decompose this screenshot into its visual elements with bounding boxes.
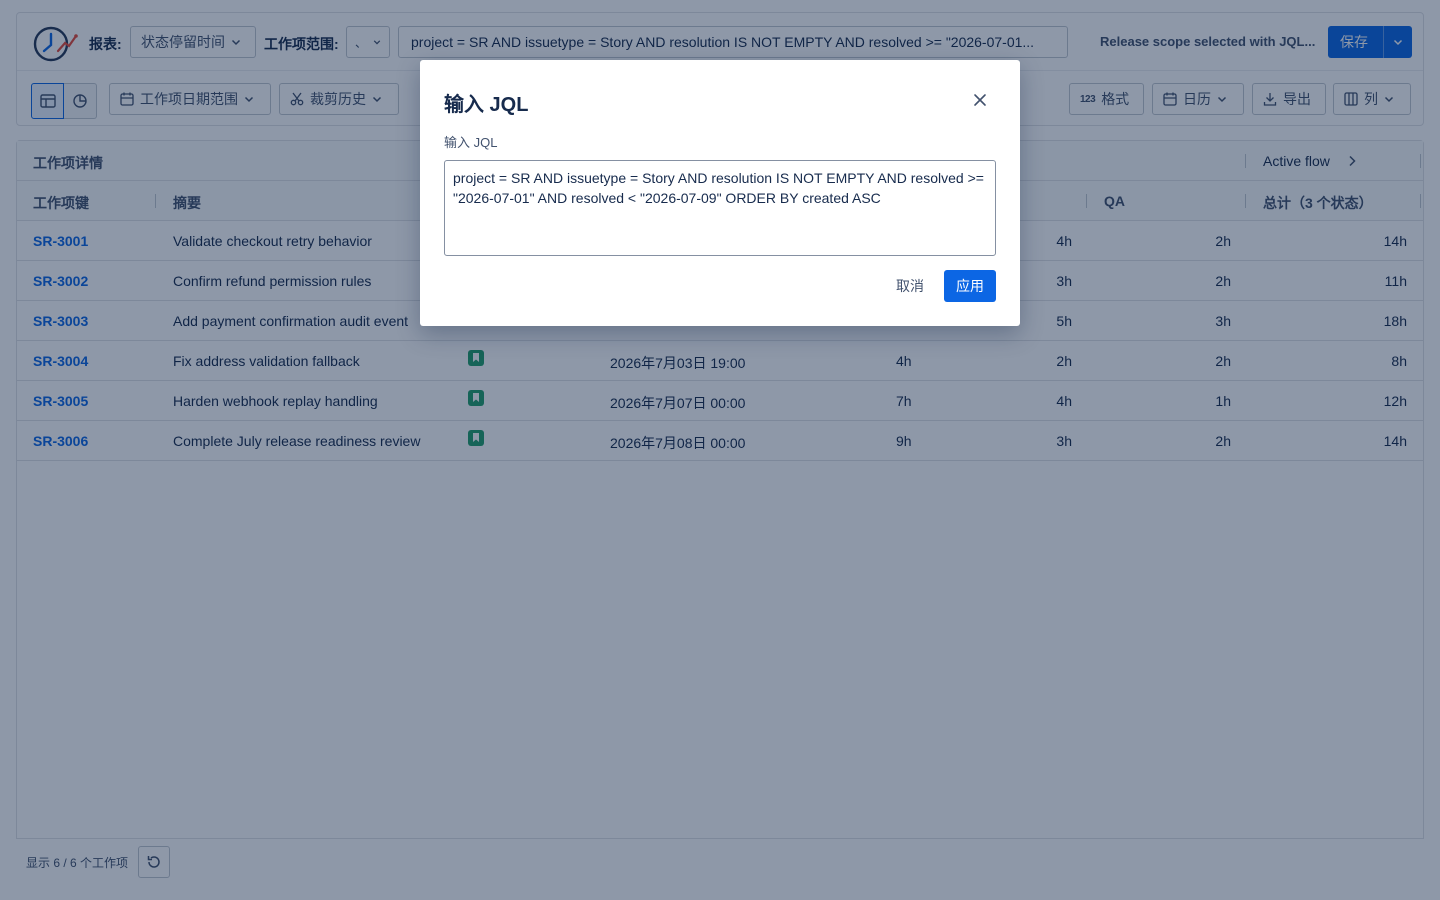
close-button[interactable] [968,88,992,112]
jql-modal: 输入 JQL 输入 JQL project = SR AND issuetype… [420,60,1020,326]
close-icon [974,94,986,106]
modal-title: 输入 JQL [444,94,529,116]
cancel-button[interactable]: 取消 [884,270,936,302]
jql-field-label: 输入 JQL [444,135,498,150]
apply-button[interactable]: 应用 [944,270,996,302]
jql-input[interactable]: project = SR AND issuetype = Story AND r… [444,160,996,256]
